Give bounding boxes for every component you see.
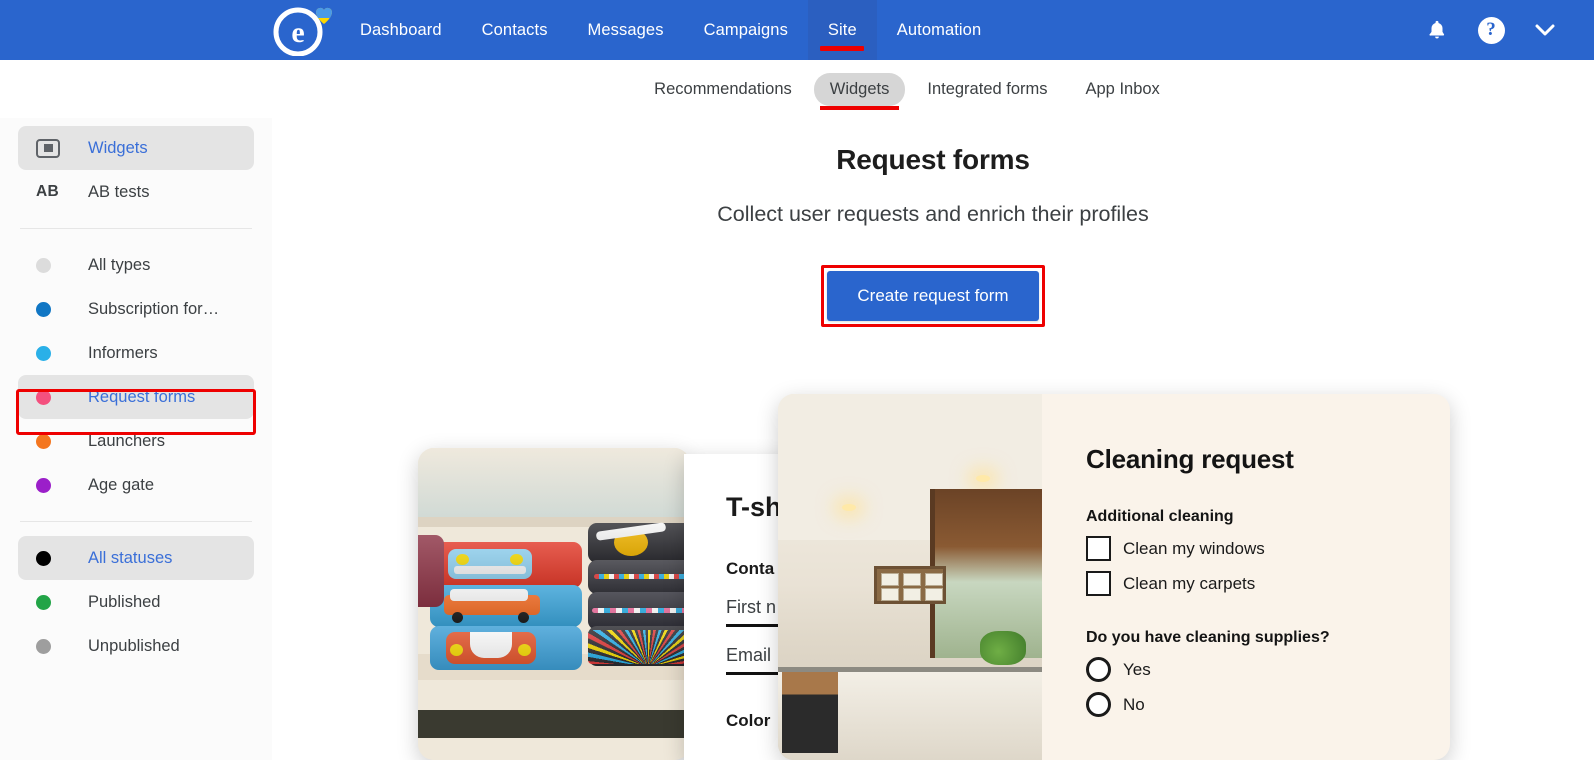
sidebar-item-label: All statuses <box>88 548 173 567</box>
bell-icon[interactable] <box>1410 0 1464 60</box>
nav-label: Automation <box>896 20 982 39</box>
sidebar-item-label: Subscription for… <box>88 299 220 318</box>
help-question-mark: ? <box>1477 16 1505 44</box>
nav-link-contacts[interactable]: Contacts <box>462 0 568 60</box>
status-dot-icon <box>36 638 88 654</box>
sidebar-item-label: All types <box>88 255 151 274</box>
sidebar-item-label: Published <box>88 592 161 611</box>
status-dot-icon <box>36 594 88 610</box>
cleaning-radio-row[interactable]: Yes <box>1086 657 1450 682</box>
sidebar-item-subscription-forms[interactable]: Subscription for… <box>18 287 254 331</box>
cleaning-radio-row[interactable]: No <box>1086 692 1450 717</box>
ab-icon: AB <box>36 183 59 200</box>
cleaning-form-body: Cleaning request Additional cleaning Cle… <box>1042 394 1450 760</box>
nav-label: Messages <box>587 20 664 39</box>
tshirt-photo <box>418 448 690 760</box>
tab-recommendations[interactable]: Recommendations <box>638 73 808 106</box>
esputnik-logo[interactable]: e <box>272 4 338 57</box>
main-content: Request forms Collect user requests and … <box>272 118 1594 760</box>
sidebar-item-ab-tests[interactable]: AB AB tests <box>18 170 254 214</box>
type-dot-icon <box>36 433 88 449</box>
sidebar-item-label: Unpublished <box>88 636 180 655</box>
sidebar-item-unpublished[interactable]: Unpublished <box>18 624 254 668</box>
nav-link-site[interactable]: Site <box>807 0 877 60</box>
widgets-annotation-underline <box>819 105 900 110</box>
sidebar-item-label: Launchers <box>88 431 166 450</box>
primary-nav-links: Dashboard Contacts Messages Campaigns Si… <box>340 0 1001 60</box>
tab-integrated-forms[interactable]: Integrated forms <box>911 73 1063 106</box>
tab-label: Widgets <box>829 79 890 98</box>
checkbox-clean-my-carpets[interactable] <box>1086 571 1111 596</box>
checkbox-label: Clean my carpets <box>1123 573 1256 593</box>
top-nav-actions: ? <box>1410 0 1594 60</box>
sidebar-item-published[interactable]: Published <box>18 580 254 624</box>
nav-link-automation[interactable]: Automation <box>877 0 1001 60</box>
tab-label: Recommendations <box>654 79 792 98</box>
nav-label: Site <box>827 20 857 39</box>
checkbox-label: Clean my windows <box>1123 538 1265 558</box>
sidebar-item-request-forms[interactable]: Request forms <box>18 375 254 419</box>
cleaning-section-additional: Additional cleaning <box>1086 508 1234 525</box>
cleaning-question-supplies: Do you have cleaning supplies? <box>1086 629 1330 646</box>
page-title: Request forms <box>836 144 1030 175</box>
nav-link-messages[interactable]: Messages <box>568 0 684 60</box>
sidebar-divider-types <box>20 228 252 229</box>
nav-label: Dashboard <box>360 20 442 39</box>
sidebar-item-informers[interactable]: Informers <box>18 331 254 375</box>
tshirt-preview-photo-card[interactable] <box>418 448 690 760</box>
sidebar-divider-statuses <box>20 521 252 522</box>
sidebar-item-label: Age gate <box>88 475 155 494</box>
nav-link-dashboard[interactable]: Dashboard <box>340 0 462 60</box>
cta-area: Create request form <box>272 265 1594 327</box>
type-dot-icon <box>36 389 88 405</box>
tab-app-inbox[interactable]: App Inbox <box>1070 73 1176 106</box>
type-dot-icon <box>36 477 88 493</box>
checkbox-clean-my-windows[interactable] <box>1086 536 1111 561</box>
radio-label: No <box>1123 694 1145 714</box>
site-annotation-underline <box>820 46 865 51</box>
widget-icon <box>36 138 88 158</box>
radio-label: Yes <box>1123 659 1151 679</box>
chevron-down-icon[interactable] <box>1518 0 1572 60</box>
type-dot-icon <box>36 301 88 317</box>
radio-yes[interactable] <box>1086 657 1111 682</box>
page-right-edge <box>1588 0 1594 760</box>
sidebar-item-label: Informers <box>88 343 158 362</box>
sidebar-item-all-statuses[interactable]: All statuses <box>18 536 254 580</box>
sidebar-item-all-types[interactable]: All types <box>18 243 254 287</box>
sidebar: Widgets AB AB tests All types Subscripti… <box>0 118 272 760</box>
sidebar-item-label: Request forms <box>88 387 196 406</box>
cleaning-checkbox-row[interactable]: Clean my carpets <box>1086 571 1450 596</box>
kitchen-photo <box>778 394 1042 760</box>
status-dot-icon <box>36 550 88 566</box>
sidebar-item-label: AB tests <box>88 182 150 201</box>
radio-no[interactable] <box>1086 692 1111 717</box>
page-subtitle: Collect user requests and enrich their p… <box>717 202 1149 226</box>
sidebar-item-widgets[interactable]: Widgets <box>18 126 254 170</box>
secondary-tab-bar: Recommendations Widgets Integrated forms… <box>0 60 1594 118</box>
help-icon[interactable]: ? <box>1464 0 1518 60</box>
nav-label: Contacts <box>481 20 548 39</box>
nav-label: Campaigns <box>703 20 788 39</box>
top-navigation-bar: e Dashboard Contacts Messages Campaigns … <box>0 0 1594 60</box>
create-request-form-button[interactable]: Create request form <box>827 271 1039 321</box>
tab-label: Integrated forms <box>927 79 1048 98</box>
nav-link-campaigns[interactable]: Campaigns <box>684 0 808 60</box>
tab-widgets[interactable]: Widgets <box>813 72 906 110</box>
tab-label: App Inbox <box>1085 79 1160 98</box>
type-dot-icon <box>36 345 88 361</box>
sidebar-item-label: Widgets <box>88 138 148 157</box>
cleaning-form-title: Cleaning request <box>1086 444 1294 474</box>
type-dot-icon <box>36 257 88 273</box>
cleaning-checkbox-row[interactable]: Clean my windows <box>1086 536 1450 561</box>
cleaning-request-form-card[interactable]: Cleaning request Additional cleaning Cle… <box>778 394 1450 760</box>
sidebar-item-launchers[interactable]: Launchers <box>18 419 254 463</box>
sidebar-item-age-gate[interactable]: Age gate <box>18 463 254 507</box>
svg-text:e: e <box>291 16 304 49</box>
